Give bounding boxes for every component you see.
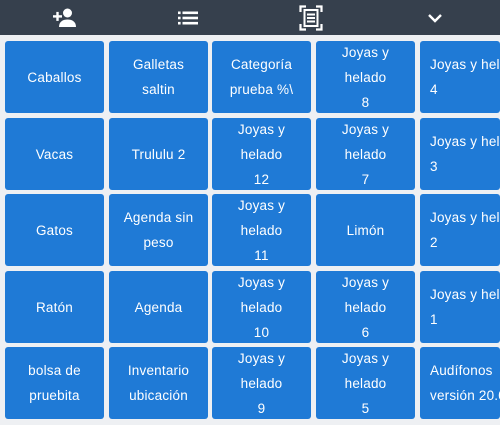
category-tile[interactable]: Joyas y helado 6	[316, 271, 415, 343]
category-tile[interactable]: Caballos	[5, 41, 104, 113]
chevron-down-icon	[428, 13, 442, 23]
list-icon	[178, 11, 198, 24]
top-toolbar	[0, 0, 500, 35]
add-person-icon	[53, 8, 76, 27]
product-category-grid: Caballos Vacas Gatos Ratón bolsa de prue…	[0, 35, 500, 425]
category-tile[interactable]: Joyas y helado 5	[316, 347, 415, 419]
category-tile[interactable]: bolsa de pruebita	[5, 347, 104, 419]
category-tile[interactable]: Galletas saltin	[109, 41, 208, 113]
category-tile[interactable]: Agenda	[109, 271, 208, 343]
document-scanner-button[interactable]	[286, 0, 336, 35]
category-tile[interactable]: Joyas y helado 1	[420, 271, 500, 343]
category-tile[interactable]: Categoría prueba %\	[212, 41, 311, 113]
add-person-button[interactable]	[40, 0, 90, 35]
category-tile[interactable]: Ratón	[5, 271, 104, 343]
category-tile[interactable]: Vacas	[5, 118, 104, 190]
document-scanner-icon	[299, 4, 323, 31]
category-tile[interactable]: Joyas y helado 11	[212, 194, 311, 266]
list-view-button[interactable]	[163, 0, 213, 35]
category-tile[interactable]: Joyas y helado 4	[420, 41, 500, 113]
category-tile[interactable]: Joyas y helado 7	[316, 118, 415, 190]
category-tile[interactable]: Joyas y helado 12	[212, 118, 311, 190]
category-tile[interactable]: Gatos	[5, 194, 104, 266]
category-tile[interactable]: Inventario ubicación	[109, 347, 208, 419]
category-tile[interactable]: Joyas y helado 9	[212, 347, 311, 419]
category-tile[interactable]: Joyas y helado 2	[420, 194, 500, 266]
category-tile[interactable]: Joyas y helado 8	[316, 41, 415, 113]
category-tile[interactable]: Trululu 2	[109, 118, 208, 190]
category-tile[interactable]: Limón	[316, 194, 415, 266]
category-tile[interactable]: Joyas y helado 3	[420, 118, 500, 190]
category-tile[interactable]: Audífonos versión 20.0	[420, 347, 500, 419]
dropdown-toggle-button[interactable]	[410, 0, 460, 35]
category-tile[interactable]: Joyas y helado 10	[212, 271, 311, 343]
category-tile[interactable]: Agenda sin peso	[109, 194, 208, 266]
